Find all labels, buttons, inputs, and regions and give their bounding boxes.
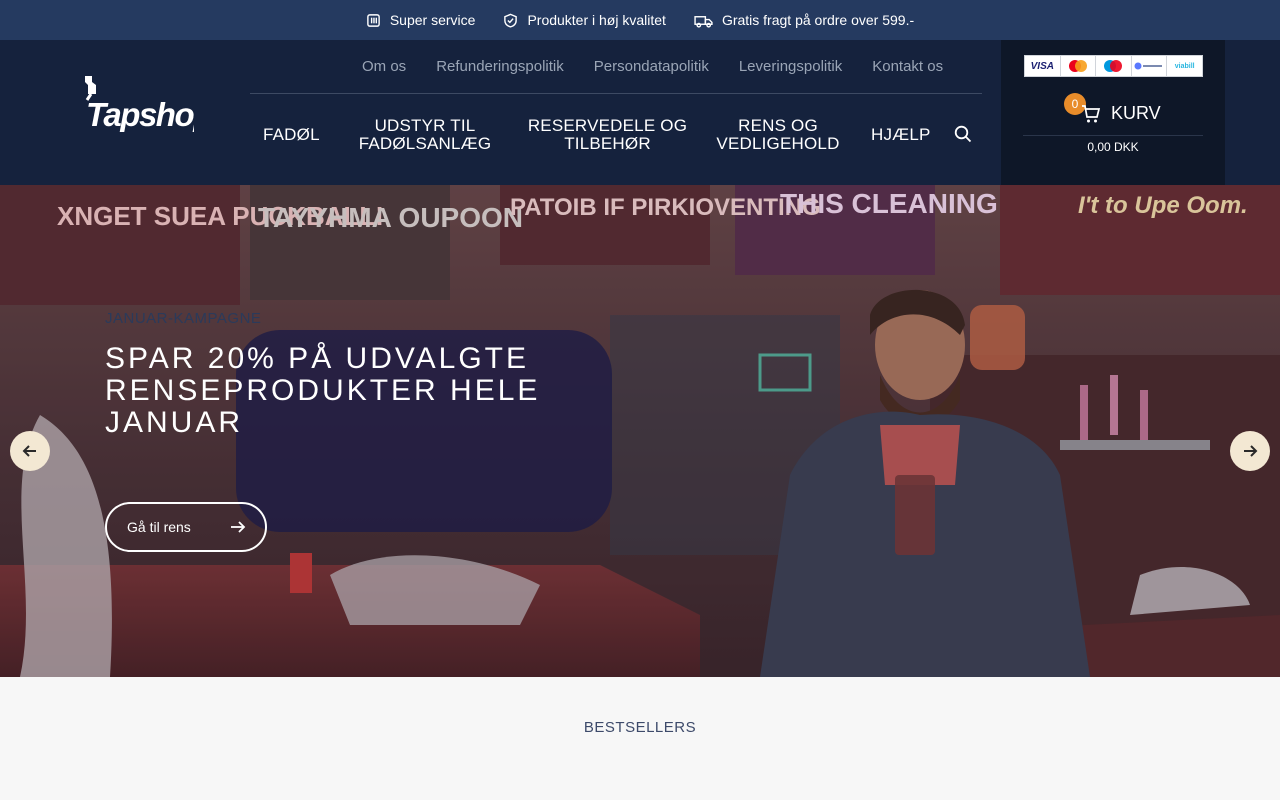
- usp-item: Produkter i høj kvalitet: [503, 12, 666, 28]
- visa-icon: VISA: [1025, 56, 1061, 76]
- link-om-os[interactable]: Om os: [362, 58, 406, 75]
- usp-item: Super service: [366, 12, 476, 28]
- mastercard-icon: [1061, 56, 1097, 76]
- slider-prev-button[interactable]: [10, 431, 50, 471]
- usp-label: Produkter i høj kvalitet: [527, 12, 666, 28]
- nav-fadol[interactable]: FADØL: [263, 126, 320, 144]
- link-refunderingspolitik[interactable]: Refunderingspolitik: [436, 58, 564, 75]
- arrow-left-icon: [22, 445, 36, 457]
- hero-cta-button[interactable]: Gå til rens: [105, 502, 267, 552]
- usp-item: Gratis fragt på ordre over 599.-: [694, 12, 914, 28]
- usp-label: Super service: [389, 12, 476, 28]
- usp-label: Gratis fragt på ordre over 599.-: [721, 12, 915, 28]
- cart-label: KURV: [1111, 103, 1161, 123]
- payment-methods: VISA viabill: [1024, 55, 1203, 77]
- link-persondatapolitik[interactable]: Persondatapolitik: [594, 58, 709, 75]
- hero-banner: XNGET SUEA PUCKBALL! TAYYHMA OUPOON PATO…: [0, 185, 1280, 677]
- secondary-nav: Om os Refunderingspolitik Persondatapoli…: [362, 58, 943, 75]
- hero-cta-label: Gå til rens: [127, 519, 191, 535]
- cart-icon: [1082, 104, 1101, 122]
- site-header: Tapshop Om os Refunderingspolitik Person…: [0, 40, 1280, 185]
- arrow-right-icon: [231, 521, 246, 533]
- nav-udstyr[interactable]: UDSTYR TIL FADØLSANLÆG: [350, 117, 500, 153]
- service-icon: [367, 13, 380, 27]
- shield-check-icon: [504, 13, 518, 28]
- nav-hjaelp[interactable]: HJÆLP: [871, 126, 931, 144]
- hero-headline: SPAR 20% PÅ UDVALGTE RENSEPRODUKTER HELE…: [105, 342, 541, 439]
- logo-text: Tapshop: [86, 96, 194, 132]
- section-title-bestsellers: BESTSELLERS: [583, 719, 697, 736]
- slider-next-button[interactable]: [1230, 431, 1270, 471]
- viabill-icon: viabill: [1174, 62, 1195, 70]
- truck-icon: [694, 15, 713, 28]
- usp-bar: Super service Produkter i høj kvalitet G…: [0, 0, 1280, 40]
- maestro-icon: [1096, 56, 1132, 76]
- mobilepay-icon: [1132, 56, 1168, 76]
- nav-rens[interactable]: RENS OG VEDLIGEHOLD: [712, 117, 844, 153]
- logo-mark: Tapshop: [85, 76, 215, 133]
- arrow-right-icon: [1244, 445, 1258, 457]
- hero-eyebrow: JANUAR-KAMPAGNE: [105, 310, 262, 327]
- nav-reservedele[interactable]: RESERVEDELE OG TILBEHØR: [522, 117, 693, 153]
- main-nav: FADØL UDSTYR TIL FADØLSANLÆG RESERVEDELE…: [250, 94, 982, 176]
- cart-total: 0,00 DKK: [1087, 140, 1139, 154]
- link-kontakt-os[interactable]: Kontakt os: [872, 58, 943, 75]
- link-leveringspolitik[interactable]: Leveringspolitik: [739, 58, 842, 75]
- cart-panel: VISA viabill 0 KURV 0,00 DKK: [1001, 40, 1225, 185]
- tapshop-logo[interactable]: Tapshop: [82, 76, 215, 133]
- cart-button[interactable]: KURV: [1081, 103, 1161, 124]
- cart-divider: [1023, 135, 1203, 136]
- search-icon[interactable]: [953, 124, 973, 144]
